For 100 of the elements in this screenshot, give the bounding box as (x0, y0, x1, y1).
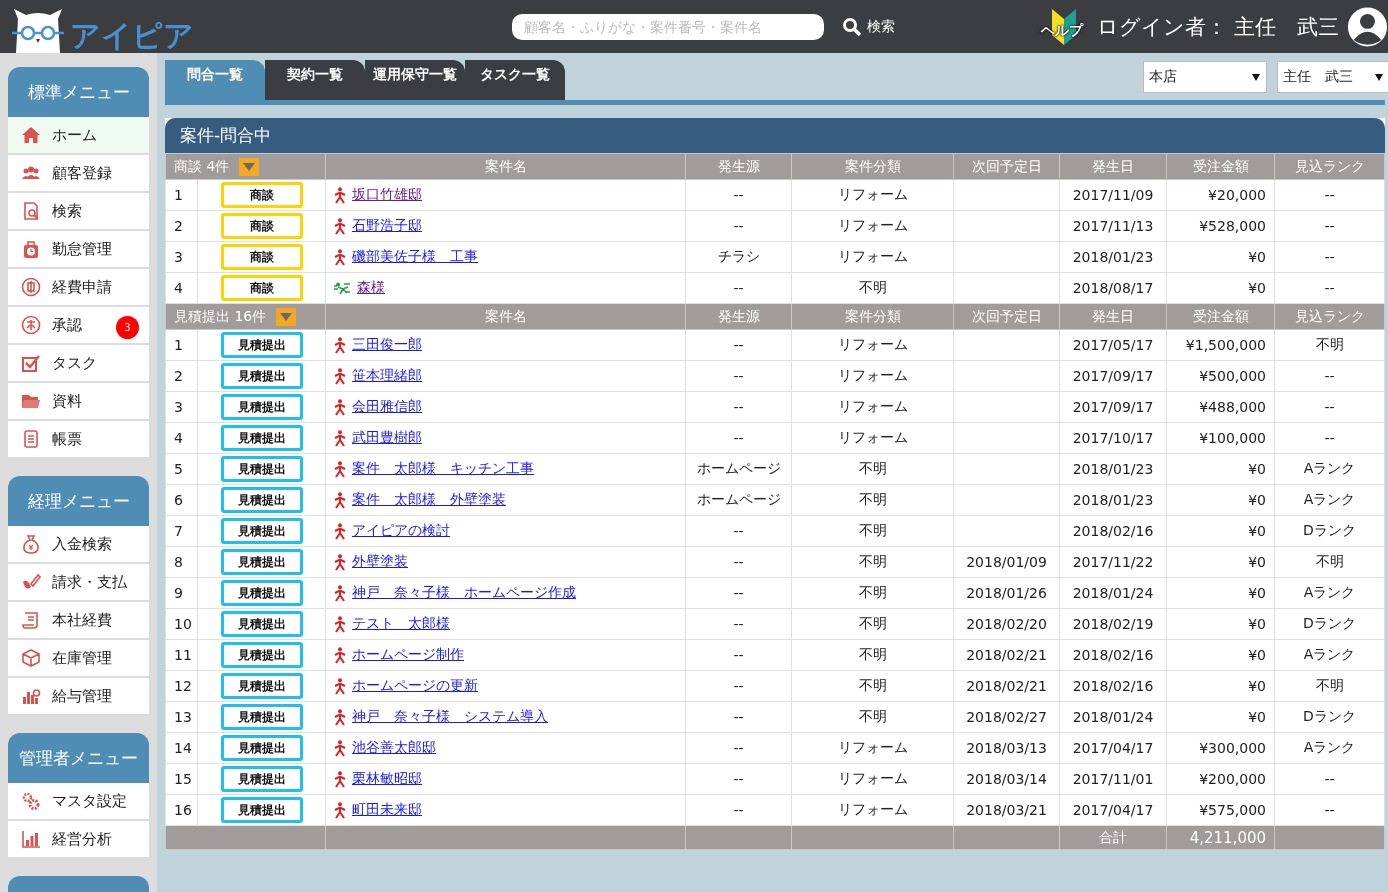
project-link[interactable]: 武田豊樹郎 (352, 429, 422, 447)
status-tag: 見積提出 (220, 611, 303, 637)
table-cell: ¥200,000 (1166, 763, 1275, 795)
table-cell: Aランク (1274, 453, 1385, 485)
receipt-icon (21, 610, 41, 630)
dropdown[interactable]: 主任 武三 (1277, 61, 1388, 93)
menu-header: 標準メニュー (8, 67, 149, 117)
status-tag: 商談 (220, 182, 303, 208)
project-link[interactable]: テスト 太郎様 (352, 615, 450, 633)
menu-item[interactable]: 勤怠管理 (8, 231, 149, 269)
checkbox-icon (21, 353, 41, 373)
table-cell: ¥528,000 (1166, 210, 1275, 242)
menu-item[interactable]: 在庫管理 (8, 640, 149, 678)
project-link[interactable]: 坂口竹雄邸 (352, 186, 422, 204)
avatar-icon[interactable] (1347, 4, 1388, 49)
table-cell: -- (685, 794, 792, 826)
menu-item[interactable]: 本社経費 (8, 602, 149, 640)
project-link[interactable]: 森様 (357, 279, 385, 297)
table-cell: Dランク (1274, 608, 1385, 640)
table-cell: 2018/02/16 (1059, 670, 1167, 702)
walking-person-icon (334, 522, 346, 540)
table-cell: 不明 (1274, 329, 1385, 361)
table-cell: 2017/09/17 (1059, 360, 1167, 392)
table-cell: 2017/11/09 (1059, 179, 1167, 211)
menu-item[interactable]: 検索 (8, 193, 149, 231)
walking-person-icon (334, 429, 346, 447)
money-bag-icon (21, 534, 41, 554)
dropdown[interactable]: 本店 (1143, 61, 1267, 93)
row-number: 7 (165, 515, 198, 547)
row-number: 2 (165, 360, 198, 392)
table-cell: -- (685, 179, 792, 211)
table-cell: リフォーム (791, 732, 954, 764)
table-cell: 2018/01/23 (1059, 453, 1167, 485)
table-cell: -- (685, 210, 792, 242)
dropdown-toggle-icon[interactable] (239, 157, 260, 176)
project-link[interactable]: 栗林敏昭邸 (352, 770, 422, 788)
bar-chart-icon (21, 686, 41, 706)
menu-item[interactable]: 経営分析 (8, 821, 149, 859)
menu-item[interactable]: 承認 3 (8, 307, 149, 345)
project-link[interactable]: 町田未来邸 (352, 801, 422, 819)
table-cell: リフォーム (791, 794, 954, 826)
menu-item[interactable]: 経費申請 (8, 269, 149, 307)
project-link[interactable]: 笹本理緒郎 (352, 367, 422, 385)
project-link[interactable]: 磯部美佐子様 工事 (352, 248, 478, 266)
menu-item[interactable]: 請求・支払 (8, 564, 149, 602)
row-number: 2 (165, 210, 198, 242)
logo-text: アイピア (70, 21, 194, 53)
bag-clock-icon (21, 239, 41, 259)
project-link[interactable]: 会田雅信郎 (352, 398, 422, 416)
status-tag: 商談 (220, 213, 303, 239)
table-cell: 不明 (791, 484, 954, 516)
project-link[interactable]: 石野浩子邸 (352, 217, 422, 235)
tab[interactable]: 運用保守一覧 (365, 60, 465, 100)
menu-item[interactable]: タスク (8, 345, 149, 383)
project-link[interactable]: ホームページ制作 (352, 646, 464, 664)
walking-person-icon (334, 770, 346, 788)
row-number: 1 (165, 329, 198, 361)
row-number: 16 (165, 794, 198, 826)
project-link[interactable]: ホームページの更新 (352, 677, 478, 695)
table-cell: 2017/04/17 (1059, 732, 1167, 764)
menu-item[interactable]: マスタ設定 (8, 783, 149, 821)
walking-person-icon (334, 460, 346, 478)
row-number: 8 (165, 546, 198, 578)
group-title: 商談 4件 (174, 157, 230, 176)
row-number: 10 (165, 608, 198, 640)
menu-item[interactable]: 給与管理 (8, 678, 149, 716)
table-cell: 不明 (1274, 670, 1385, 702)
box-icon (21, 648, 41, 668)
search-field[interactable]: 顧客名・ふりがな・案件番号・案件名 (512, 13, 824, 40)
search-button[interactable]: 検索 (841, 16, 895, 37)
walking-person-icon (334, 646, 346, 664)
dropdown-toggle-icon[interactable] (276, 307, 297, 326)
project-link[interactable]: 三田俊一郎 (352, 336, 422, 354)
table-cell: ¥500,000 (1166, 360, 1275, 392)
menu-item[interactable]: 資料 (8, 383, 149, 421)
project-link[interactable]: 池谷善太郎邸 (352, 739, 436, 757)
column-header: 見込ランク (1274, 153, 1385, 180)
project-link[interactable]: 外壁塗装 (352, 553, 408, 571)
menu-item[interactable]: ホーム (8, 117, 149, 155)
tab[interactable]: 契約一覧 (265, 60, 365, 100)
group-title: 見積提出 16件 (174, 307, 267, 326)
table-cell: ¥0 (1166, 701, 1275, 733)
row-number: 14 (165, 732, 198, 764)
table-cell: -- (1274, 391, 1385, 423)
table-cell: -- (685, 701, 792, 733)
table-cell: 2017/10/17 (1059, 422, 1167, 454)
column-header: 次回予定日 (953, 153, 1060, 180)
row-number: 1 (165, 179, 198, 211)
table-cell: 2018/01/24 (1059, 577, 1167, 609)
tab[interactable]: 問合一覧 (165, 60, 265, 100)
table-cell: -- (685, 422, 792, 454)
row-number: 5 (165, 453, 198, 485)
menu-item-label: 勤怠管理 (52, 239, 112, 259)
project-link[interactable]: アイピアの検討 (352, 522, 450, 540)
tab[interactable]: タスク一覧 (465, 60, 565, 100)
menu-item[interactable]: 顧客登録 (8, 155, 149, 193)
menu-item[interactable]: 入金検索 (8, 526, 149, 564)
column-header: 発生日 (1059, 153, 1167, 180)
menu-item[interactable]: 帳票 (8, 421, 149, 459)
settings-icon (21, 791, 41, 811)
